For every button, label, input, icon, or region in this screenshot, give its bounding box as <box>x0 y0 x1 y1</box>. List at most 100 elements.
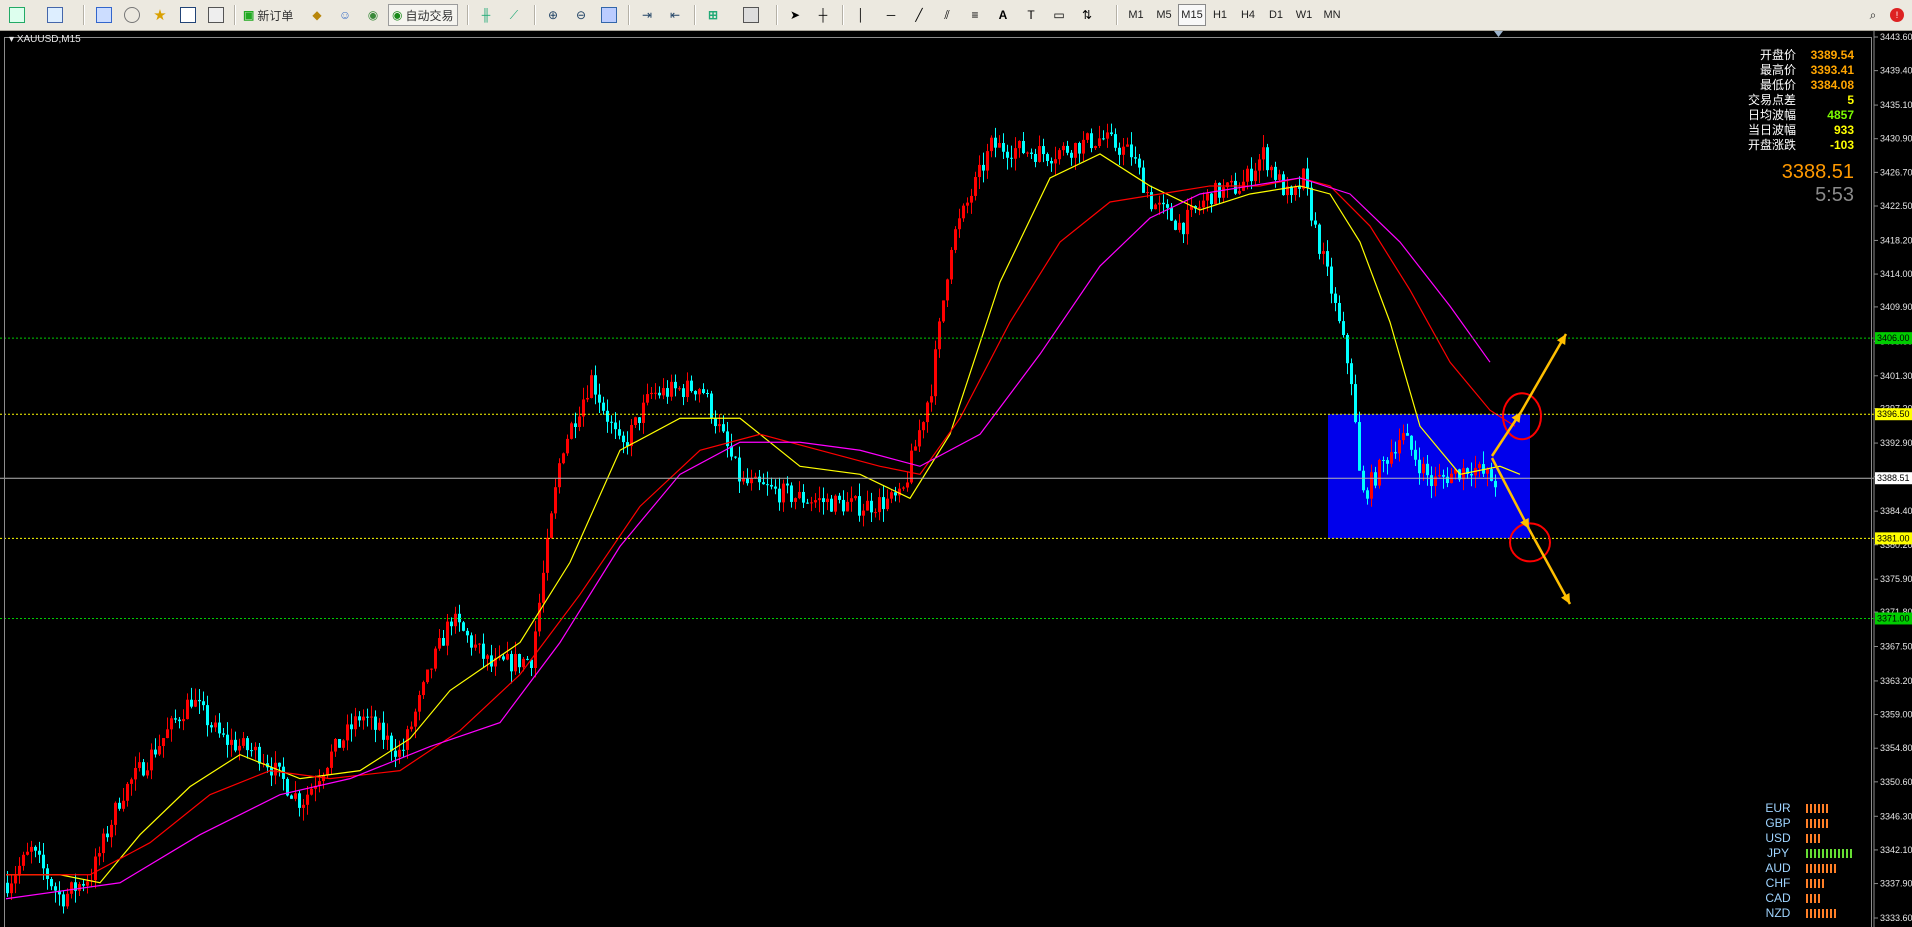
candle-body <box>918 430 921 447</box>
candle-body <box>970 195 973 203</box>
candle-body <box>1314 220 1317 225</box>
horizontal-line-icon[interactable]: ─ <box>880 4 902 26</box>
templates-icon[interactable] <box>740 4 762 26</box>
strength-row-nzd: NZD <box>1760 906 1852 921</box>
info-label: 当日波幅 <box>1747 123 1796 137</box>
candle-body <box>326 767 329 776</box>
info-value: 5 <box>1847 93 1854 107</box>
candle-body <box>6 882 9 894</box>
price-tick-label: 3375.90 <box>1880 574 1912 584</box>
candle-body <box>402 749 405 751</box>
candle-body <box>1254 170 1257 182</box>
candle-body <box>786 483 789 486</box>
tile-windows-icon[interactable] <box>598 4 620 26</box>
metaeditor-icon[interactable]: ◆ <box>306 4 328 26</box>
new-order-button[interactable]: ▣ 新订单 <box>240 4 296 26</box>
navigator-icon[interactable] <box>121 4 143 26</box>
terminal-icon[interactable] <box>177 4 199 26</box>
cursor-icon[interactable]: ➤ <box>784 4 806 26</box>
vertical-line-icon[interactable]: │ <box>850 4 872 26</box>
bar-chart-icon[interactable]: ╫ <box>475 4 497 26</box>
candle-body <box>1486 469 1489 474</box>
candle-body <box>222 733 225 735</box>
zoom-in-icon[interactable]: ⊕ <box>542 4 564 26</box>
candle-body <box>654 392 657 394</box>
candle-body <box>790 485 793 502</box>
timeframe-m1[interactable]: M1 <box>1122 4 1150 26</box>
community-icon[interactable]: ◉ <box>362 4 384 26</box>
tester-icon[interactable] <box>205 4 227 26</box>
autoscroll-icon[interactable]: ⇤ <box>664 4 686 26</box>
timeframe-mn[interactable]: MN <box>1318 4 1346 26</box>
new-chart-icon[interactable] <box>6 4 28 26</box>
price-chart[interactable]: 3443.60 3439.40 3435.10 3430.90 3426.70 3422.… <box>0 31 1912 927</box>
candle-body <box>1042 146 1045 155</box>
candle-body <box>590 375 593 398</box>
fibonacci-icon[interactable]: ≡ <box>964 4 986 26</box>
candle-body <box>1122 146 1125 155</box>
arrows-icon[interactable]: ⇅ <box>1076 4 1098 26</box>
candle-body <box>390 735 393 751</box>
market-watch-icon[interactable] <box>93 4 115 26</box>
candle-body <box>310 788 313 795</box>
candle-body <box>386 735 389 740</box>
candle-body <box>1206 193 1209 201</box>
search-icon[interactable]: ⌕ <box>1862 4 1884 26</box>
autotrade-button[interactable]: ◉ 自动交易 <box>388 4 458 26</box>
crosshair-icon[interactable]: ┼ <box>812 4 834 26</box>
candle-body <box>1418 459 1421 474</box>
candle-body <box>54 886 57 891</box>
strength-row-aud: AUD <box>1760 861 1852 876</box>
candle-body <box>1186 209 1189 235</box>
candle-body <box>678 388 681 390</box>
candle-body <box>1070 152 1073 158</box>
candle-body <box>770 484 773 487</box>
candle-body <box>162 738 165 747</box>
candle-body <box>174 718 177 720</box>
candle-body <box>666 388 669 397</box>
chart-shift-icon[interactable]: ⇥ <box>636 4 658 26</box>
candle-body <box>470 635 473 648</box>
profiles-icon[interactable] <box>44 4 66 26</box>
currency-name: JPY <box>1766 846 1789 860</box>
notifications-icon[interactable]: ! <box>1886 4 1908 26</box>
timeframe-m15[interactable]: M15 <box>1178 4 1206 26</box>
price-tick-label: 3409.90 <box>1880 302 1912 312</box>
candle-body <box>814 500 817 503</box>
zoom-out-icon[interactable]: ⊖ <box>570 4 592 26</box>
candle-body <box>506 653 509 660</box>
candle-body <box>854 496 857 499</box>
candle-body <box>566 438 569 454</box>
candle-body <box>82 884 85 886</box>
timeframe-h4[interactable]: H4 <box>1234 4 1262 26</box>
price-tick-label: 3435.10 <box>1880 100 1912 110</box>
candle-body <box>886 498 889 510</box>
text-tool-icon[interactable]: A <box>992 4 1014 26</box>
timeframe-h1[interactable]: H1 <box>1206 4 1234 26</box>
candle-body <box>726 431 729 447</box>
candle-body <box>418 695 421 712</box>
indicators-icon[interactable]: ⊞ <box>702 4 724 26</box>
rectangle-icon[interactable]: ▭ <box>1048 4 1070 26</box>
trendline-icon[interactable]: ╱ <box>908 4 930 26</box>
timeframe-d1[interactable]: D1 <box>1262 4 1290 26</box>
timeframe-m5[interactable]: M5 <box>1150 4 1178 26</box>
candle-body <box>706 393 709 395</box>
timeframe-w1[interactable]: W1 <box>1290 4 1318 26</box>
candle-body <box>1082 139 1085 154</box>
candle-body <box>1258 159 1261 171</box>
candle-body <box>1410 435 1413 450</box>
text-label-icon[interactable]: T <box>1020 4 1042 26</box>
equidistant-channel-icon[interactable]: ⫽ <box>936 4 958 26</box>
price-tick-label: 3439.40 <box>1880 66 1912 76</box>
price-tick-label: 3337.90 <box>1880 879 1912 889</box>
candle-body <box>934 349 937 397</box>
chart-canvas[interactable]: 3443.60 3439.40 3435.10 3430.90 3426.70 3422.… <box>0 31 1912 927</box>
strength-bars <box>1806 909 1836 918</box>
candle-body <box>1130 144 1133 158</box>
signals-icon[interactable]: ☺ <box>334 4 356 26</box>
favorites-icon[interactable]: ★ <box>149 4 171 26</box>
price-tick-label: 3384.40 <box>1880 506 1912 516</box>
candle-body <box>1382 459 1385 461</box>
line-chart-icon[interactable]: ⟋ <box>503 4 525 26</box>
